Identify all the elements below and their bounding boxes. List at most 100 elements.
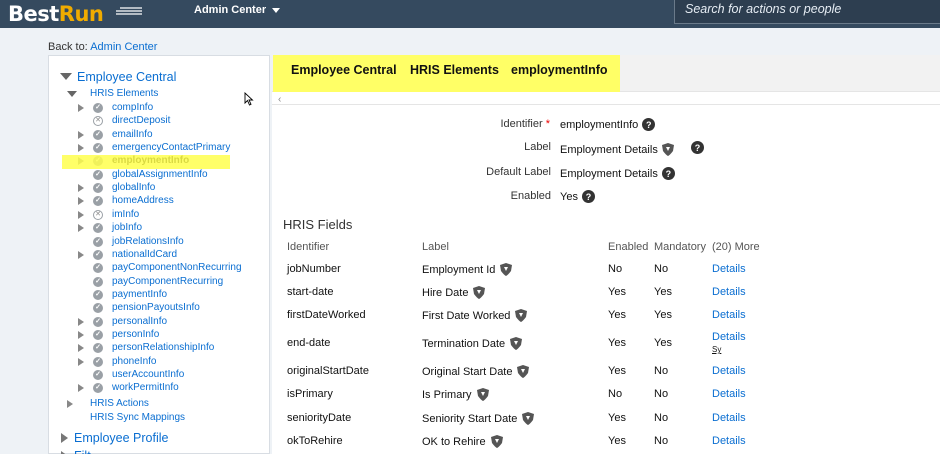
translate-icon[interactable] — [515, 309, 528, 322]
tree-item-label[interactable]: workPermitInfo — [112, 382, 179, 393]
tree-hris-sync-mappings[interactable]: HRIS Sync Mappings — [67, 411, 185, 424]
tree-item-label[interactable]: payComponentNonRecurring — [112, 262, 242, 273]
tree-item-label[interactable]: userAccountInfo — [112, 369, 184, 380]
translate-icon[interactable] — [490, 435, 503, 448]
translate-icon[interactable] — [500, 263, 513, 276]
tree-item-personalInfo[interactable]: ✓ personalInfo — [78, 315, 167, 328]
tree-item-label[interactable]: jobRelationsInfo — [112, 236, 184, 247]
chevron-right-icon[interactable] — [61, 450, 68, 454]
tree-item-label[interactable]: personalInfo — [112, 316, 167, 327]
help-icon[interactable]: ? — [642, 118, 656, 131]
details-link[interactable]: Details — [712, 412, 746, 424]
tree-item-label[interactable]: directDeposit — [112, 115, 170, 126]
tree-item-jobRelationsInfo[interactable]: ✓ jobRelationsInfo — [78, 235, 184, 248]
tree-hris-actions[interactable]: HRIS Actions — [67, 397, 149, 410]
tree-employee-central[interactable]: Employee Central — [60, 70, 176, 84]
sync-note[interactable]: Sy — [712, 345, 721, 354]
translate-icon[interactable] — [522, 412, 535, 425]
tree-item-personInfo[interactable]: ✓ personInfo — [78, 328, 159, 341]
details-link[interactable]: Details — [712, 365, 746, 377]
chevron-right-icon[interactable] — [78, 250, 84, 259]
translate-icon[interactable] — [517, 365, 530, 378]
chevron-right-icon[interactable] — [67, 399, 73, 408]
tree-next-label[interactable]: Filt — [74, 449, 91, 454]
chevron-down-icon[interactable] — [67, 90, 77, 97]
tree-item-userAccountInfo[interactable]: ✓ userAccountInfo — [78, 368, 184, 381]
details-link[interactable]: Details — [712, 263, 746, 275]
chevron-right-icon[interactable] — [78, 210, 84, 219]
tree-next-section[interactable]: Filt — [61, 449, 91, 454]
tree-item-payComponentNonRecurring[interactable]: ✓ payComponentNonRecurring — [78, 261, 242, 274]
chevron-right-icon[interactable] — [78, 143, 84, 152]
chevron-right-icon[interactable] — [78, 317, 84, 326]
tree-item-label[interactable]: personInfo — [112, 329, 159, 340]
label-help-icon[interactable]: ? — [691, 141, 704, 154]
tree-hris-elements[interactable]: HRIS Elements — [67, 87, 158, 100]
tree-item-imInfo[interactable]: ✕ imInfo — [78, 208, 139, 221]
details-link[interactable]: Details — [712, 435, 746, 447]
chevron-down-icon[interactable] — [60, 73, 72, 80]
chevron-right-icon[interactable] — [78, 130, 84, 139]
translate-icon[interactable] — [661, 143, 674, 156]
search-input[interactable]: Search for actions or people — [674, 0, 940, 24]
tree-item-label[interactable]: imInfo — [112, 209, 139, 220]
details-link[interactable]: Details — [712, 309, 746, 321]
tree-item-label[interactable]: paymentInfo — [112, 289, 167, 300]
tree-item-label[interactable]: emailInfo — [112, 129, 153, 140]
tree-item-personRelationshipInfo[interactable]: ✓ personRelationshipInfo — [78, 341, 214, 354]
tree-item-label[interactable]: homeAddress — [112, 195, 174, 206]
tree-item-label[interactable]: globalInfo — [112, 182, 155, 193]
tree-item-nationalIdCard[interactable]: ✓ nationalIdCard — [78, 248, 177, 261]
back-to-admin-center-link[interactable]: Admin Center — [90, 41, 157, 53]
col-more[interactable]: (20) More — [712, 241, 760, 253]
chevron-right-icon[interactable] — [78, 343, 84, 352]
tree-item-emergencyContactPrimary[interactable]: ✓ emergencyContactPrimary — [78, 141, 230, 154]
breadcrumb-hris-elements[interactable]: HRIS Elements — [410, 63, 499, 77]
help-icon[interactable]: ? — [661, 167, 675, 180]
translate-icon[interactable] — [473, 286, 486, 299]
translate-icon[interactable] — [510, 337, 523, 350]
details-link[interactable]: Details — [712, 388, 746, 400]
tree-employee-profile[interactable]: Employee Profile — [61, 431, 169, 445]
tree-item-compInfo[interactable]: ✓ compInfo — [78, 101, 153, 114]
tree-item-emailInfo[interactable]: ✓ emailInfo — [78, 128, 153, 141]
chevron-right-icon[interactable] — [78, 196, 84, 205]
tree-employee-profile-label[interactable]: Employee Profile — [74, 431, 169, 445]
tree-item-pensionPayoutsInfo[interactable]: ✓ pensionPayoutsInfo — [78, 301, 200, 314]
details-link[interactable]: Details — [712, 286, 746, 298]
tree-item-label[interactable]: personRelationshipInfo — [112, 342, 214, 353]
chevron-right-icon[interactable] — [78, 183, 84, 192]
breadcrumb-employee-central[interactable]: Employee Central — [291, 63, 397, 77]
translate-icon[interactable] — [476, 388, 489, 401]
details-link[interactable]: Details — [712, 331, 746, 343]
tree-item-label[interactable]: emergencyContactPrimary — [112, 142, 230, 153]
chevron-right-icon[interactable] — [78, 383, 84, 392]
tree-item-payComponentRecurring[interactable]: ✓ payComponentRecurring — [78, 275, 223, 288]
tree-item-globalAssignmentInfo[interactable]: ✓ globalAssignmentInfo — [78, 168, 208, 181]
tree-item-jobInfo[interactable]: ✓ jobInfo — [78, 221, 142, 234]
tree-item-homeAddress[interactable]: ✓ homeAddress — [78, 194, 174, 207]
tree-employee-central-label[interactable]: Employee Central — [77, 70, 176, 84]
tree-item-phoneInfo[interactable]: ✓ phoneInfo — [78, 355, 157, 368]
tree-item-paymentInfo[interactable]: ✓ paymentInfo — [78, 288, 167, 301]
tree-item-label[interactable]: compInfo — [112, 102, 153, 113]
chevron-right-icon[interactable] — [61, 432, 68, 443]
chevron-right-icon[interactable] — [78, 223, 84, 232]
chevron-right-icon[interactable] — [78, 357, 84, 366]
tree-item-label[interactable]: nationalIdCard — [112, 249, 177, 260]
admin-center-menu[interactable]: Admin Center — [194, 0, 281, 20]
chevron-right-icon[interactable] — [78, 103, 84, 112]
breadcrumb-employmentinfo[interactable]: employmentInfo — [511, 63, 608, 77]
tree-item-label[interactable]: phoneInfo — [112, 356, 157, 367]
tree-item-workPermitInfo[interactable]: ✓ workPermitInfo — [78, 381, 179, 394]
tree-item-label[interactable]: pensionPayoutsInfo — [112, 302, 200, 313]
help-icon[interactable]: ? — [581, 190, 595, 203]
tree-hris-actions-label[interactable]: HRIS Actions — [90, 398, 149, 409]
tree-item-directDeposit[interactable]: ✕ directDeposit — [78, 114, 170, 127]
tree-item-label[interactable]: globalAssignmentInfo — [112, 169, 208, 180]
company-logo[interactable]: Best Run — [8, 0, 104, 28]
tree-hris-sync-label[interactable]: HRIS Sync Mappings — [90, 412, 185, 423]
tree-item-label[interactable]: payComponentRecurring — [112, 276, 223, 287]
tree-item-globalInfo[interactable]: ✓ globalInfo — [78, 181, 155, 194]
tree-hris-elements-label[interactable]: HRIS Elements — [90, 88, 158, 99]
